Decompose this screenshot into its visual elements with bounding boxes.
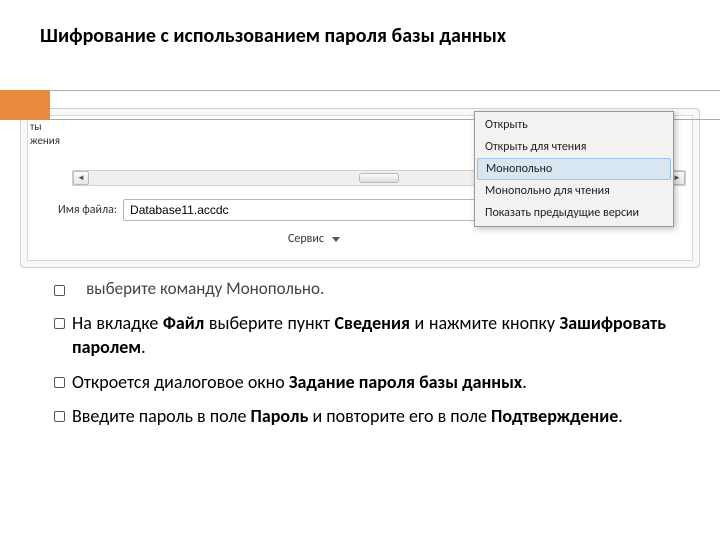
- chevron-down-icon: [332, 237, 340, 242]
- slide-title: Шифрование с использованием пароля базы …: [0, 0, 720, 60]
- left-text-1: ты: [30, 120, 70, 134]
- bold-password: Пароль: [250, 405, 308, 427]
- text: На вкладке: [72, 312, 163, 334]
- open-mode-menu: Открыть Открыть для чтения Монопольно Мо…: [474, 111, 674, 227]
- screenshot-container: ты жения ◄ ► Имя файла: Сервис Открыть О…: [20, 108, 700, 268]
- text: и повторите его в поле: [308, 405, 491, 427]
- instruction-list: □ выберите команду Монопольно. На вкладк…: [54, 278, 666, 438]
- dialog-inner: ты жения ◄ ► Имя файла: Сервис Открыть О…: [27, 115, 693, 261]
- service-dropdown[interactable]: Сервис: [288, 228, 340, 250]
- list-item: На вкладке Файл выберите пункт Сведения …: [54, 311, 666, 360]
- bold-confirm: Подтверждение: [491, 405, 618, 427]
- bold-file: Файл: [163, 312, 204, 334]
- left-panel-fragment: ты жения: [28, 116, 72, 176]
- partial-line: выберите команду Монопольно.: [86, 278, 324, 299]
- text: и нажмите кнопку: [410, 312, 560, 334]
- text: .: [522, 371, 527, 393]
- text: Введите пароль в поле: [72, 405, 250, 427]
- accent-bar: [0, 90, 50, 120]
- scroll-thumb[interactable]: [359, 173, 399, 183]
- text: .: [141, 336, 146, 358]
- menu-item-exclusive[interactable]: Монопольно: [477, 158, 671, 180]
- bold-info: Сведения: [335, 312, 410, 334]
- menu-item-open-read[interactable]: Открыть для чтения: [475, 136, 673, 158]
- menu-item-open[interactable]: Открыть: [475, 114, 673, 136]
- list-item: Введите пароль в поле Пароль и повторите…: [54, 404, 666, 428]
- service-label: Сервис: [288, 232, 324, 246]
- filename-label: Имя файла:: [58, 203, 117, 217]
- list-item: Откроется диалоговое окно Задание пароля…: [54, 370, 666, 394]
- menu-item-exclusive-read[interactable]: Монопольно для чтения: [475, 180, 673, 202]
- scroll-left-button[interactable]: ◄: [73, 171, 89, 185]
- menu-item-prev-versions[interactable]: Показать предыдущие версии: [475, 202, 673, 224]
- text: .: [618, 405, 623, 427]
- text: выберите пункт: [204, 312, 334, 334]
- text: Откроется диалоговое окно: [72, 371, 289, 393]
- left-text-2: жения: [30, 134, 70, 148]
- bold-dialog: Задание пароля базы данных: [289, 371, 522, 393]
